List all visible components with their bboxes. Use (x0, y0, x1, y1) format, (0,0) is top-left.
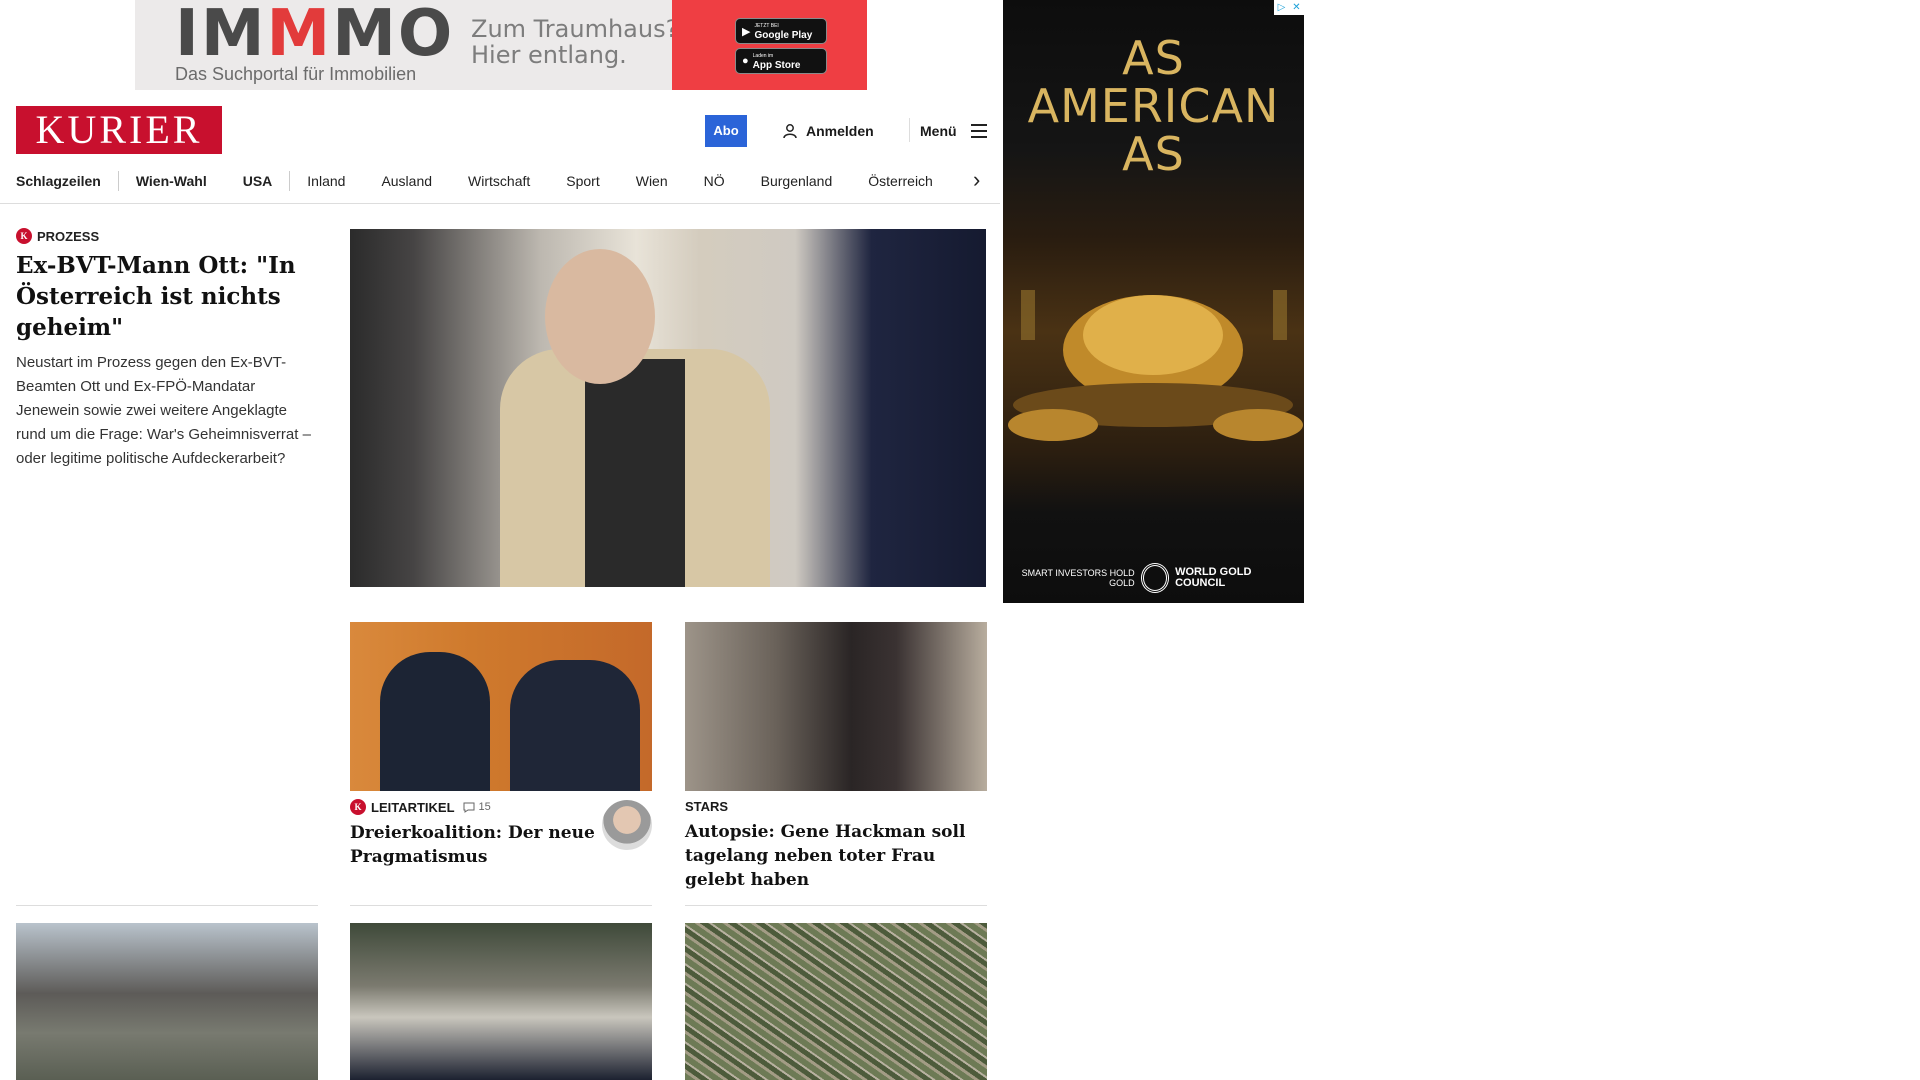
card-title[interactable]: Autopsie: Gene Hackman soll tagelang neb… (685, 820, 987, 892)
menu-button[interactable]: Menü (920, 123, 987, 139)
article-card-leitartikel[interactable]: K LEITARTIKEL 15 Dreierkoalition: Der ne… (350, 622, 652, 869)
row-divider (685, 905, 987, 906)
article-image-military[interactable] (16, 923, 318, 1080)
login-button[interactable]: Anmelden (782, 123, 874, 139)
nav-divider-line (0, 203, 1000, 204)
abo-button[interactable]: Abo (705, 115, 747, 147)
nav-item-ausland[interactable]: Ausland (381, 173, 432, 189)
login-label: Anmelden (806, 123, 874, 139)
lead-title[interactable]: Ex-BVT-Mann Ott: "In Österreich ist nich… (16, 250, 321, 343)
hamburger-icon (970, 124, 987, 138)
user-icon (783, 124, 797, 139)
nav-item-wien[interactable]: Wien (636, 173, 668, 189)
article-card-image[interactable] (350, 622, 652, 791)
article-image-police-radar[interactable] (350, 923, 652, 1080)
comment-icon (463, 802, 475, 813)
kurier-logo[interactable]: KURIER (16, 106, 222, 154)
row-divider (16, 905, 318, 906)
app-store-badge[interactable]: ● Laden im App Store (735, 48, 827, 74)
side-skyscraper-ad[interactable]: ▷ ✕ AS AMERICAN AS SMART INVESTORS HOLD … (1003, 0, 1304, 603)
ad-store-panel: ▶ JETZT BEI Google Play ● Laden im App Sto… (672, 0, 867, 90)
ad-info-icon[interactable]: ▷ (1274, 0, 1289, 15)
nav-item-sport[interactable]: Sport (566, 173, 599, 189)
lead-kicker-label: PROZESS (37, 228, 100, 244)
nav-item-noe[interactable]: NÖ (704, 173, 725, 189)
play-store-icon: ▶ (742, 25, 751, 38)
apple-icon: ● (742, 55, 749, 67)
row-divider (350, 905, 652, 906)
lead-article-image[interactable] (350, 229, 986, 587)
chevron-right-icon[interactable]: › (973, 168, 980, 192)
lead-teaser: Neustart im Prozess gegen den Ex-BVT-Bea… (16, 354, 311, 467)
kurier-k-icon: K (350, 799, 366, 815)
lead-article[interactable]: K PROZESS Ex-BVT-Mann Ott: "In Österreic… (16, 228, 321, 471)
nav-divider (289, 171, 291, 191)
author-avatar (602, 800, 652, 850)
ad-choices[interactable]: ▷ ✕ (1274, 0, 1304, 15)
card-kicker: STARS (685, 799, 729, 814)
nav-item-oesterreich[interactable]: Österreich (868, 173, 933, 189)
nav-divider (117, 171, 119, 191)
article-card-stars[interactable]: STARS Autopsie: Gene Hackman soll tagela… (685, 622, 987, 892)
article-image-aerial-view[interactable] (685, 923, 987, 1080)
ad-brand-logo: IMMMO (175, 0, 455, 71)
nav-item-wirtschaft[interactable]: Wirtschaft (468, 173, 530, 189)
nav-item-wien-wahl[interactable]: Wien-Wahl (136, 173, 207, 189)
lead-kicker: K PROZESS (16, 228, 321, 244)
ad-advertiser-logo: SMART INVESTORS HOLD GOLD WORLD GOLD COU… (1003, 563, 1296, 593)
ad-claim: Zum Traumhaus? Hier entlang. (471, 15, 679, 69)
menu-label: Menü (920, 123, 957, 139)
article-card-image[interactable] (685, 622, 987, 791)
nav-item-inland[interactable]: Inland (307, 173, 345, 189)
nav-item-usa[interactable]: USA (243, 173, 273, 189)
header-divider (909, 118, 910, 142)
wgc-ring-icon (1140, 563, 1170, 593)
nav-item-burgenland[interactable]: Burgenland (761, 173, 833, 189)
category-nav: Schlagzeilen Wien-Wahl USA Inland Auslan… (16, 168, 996, 194)
card-kicker: LEITARTIKEL (371, 799, 455, 815)
google-play-badge[interactable]: ▶ JETZT BEI Google Play (735, 18, 827, 44)
ad-golden-feast-image (1008, 290, 1303, 441)
comment-count[interactable]: 15 (463, 801, 491, 813)
ad-close-icon[interactable]: ✕ (1289, 0, 1304, 15)
ad-tagline: Das Suchportal für Immobilien (175, 64, 417, 84)
nav-item-schlagzeilen[interactable]: Schlagzeilen (16, 173, 101, 189)
kurier-k-icon: K (16, 228, 32, 244)
top-banner-ad[interactable]: IMMMO Das Suchportal für Immobilien Zum … (135, 0, 867, 90)
card-meta: STARS (685, 799, 987, 814)
ad-headline: AS AMERICAN AS (1027, 31, 1280, 181)
